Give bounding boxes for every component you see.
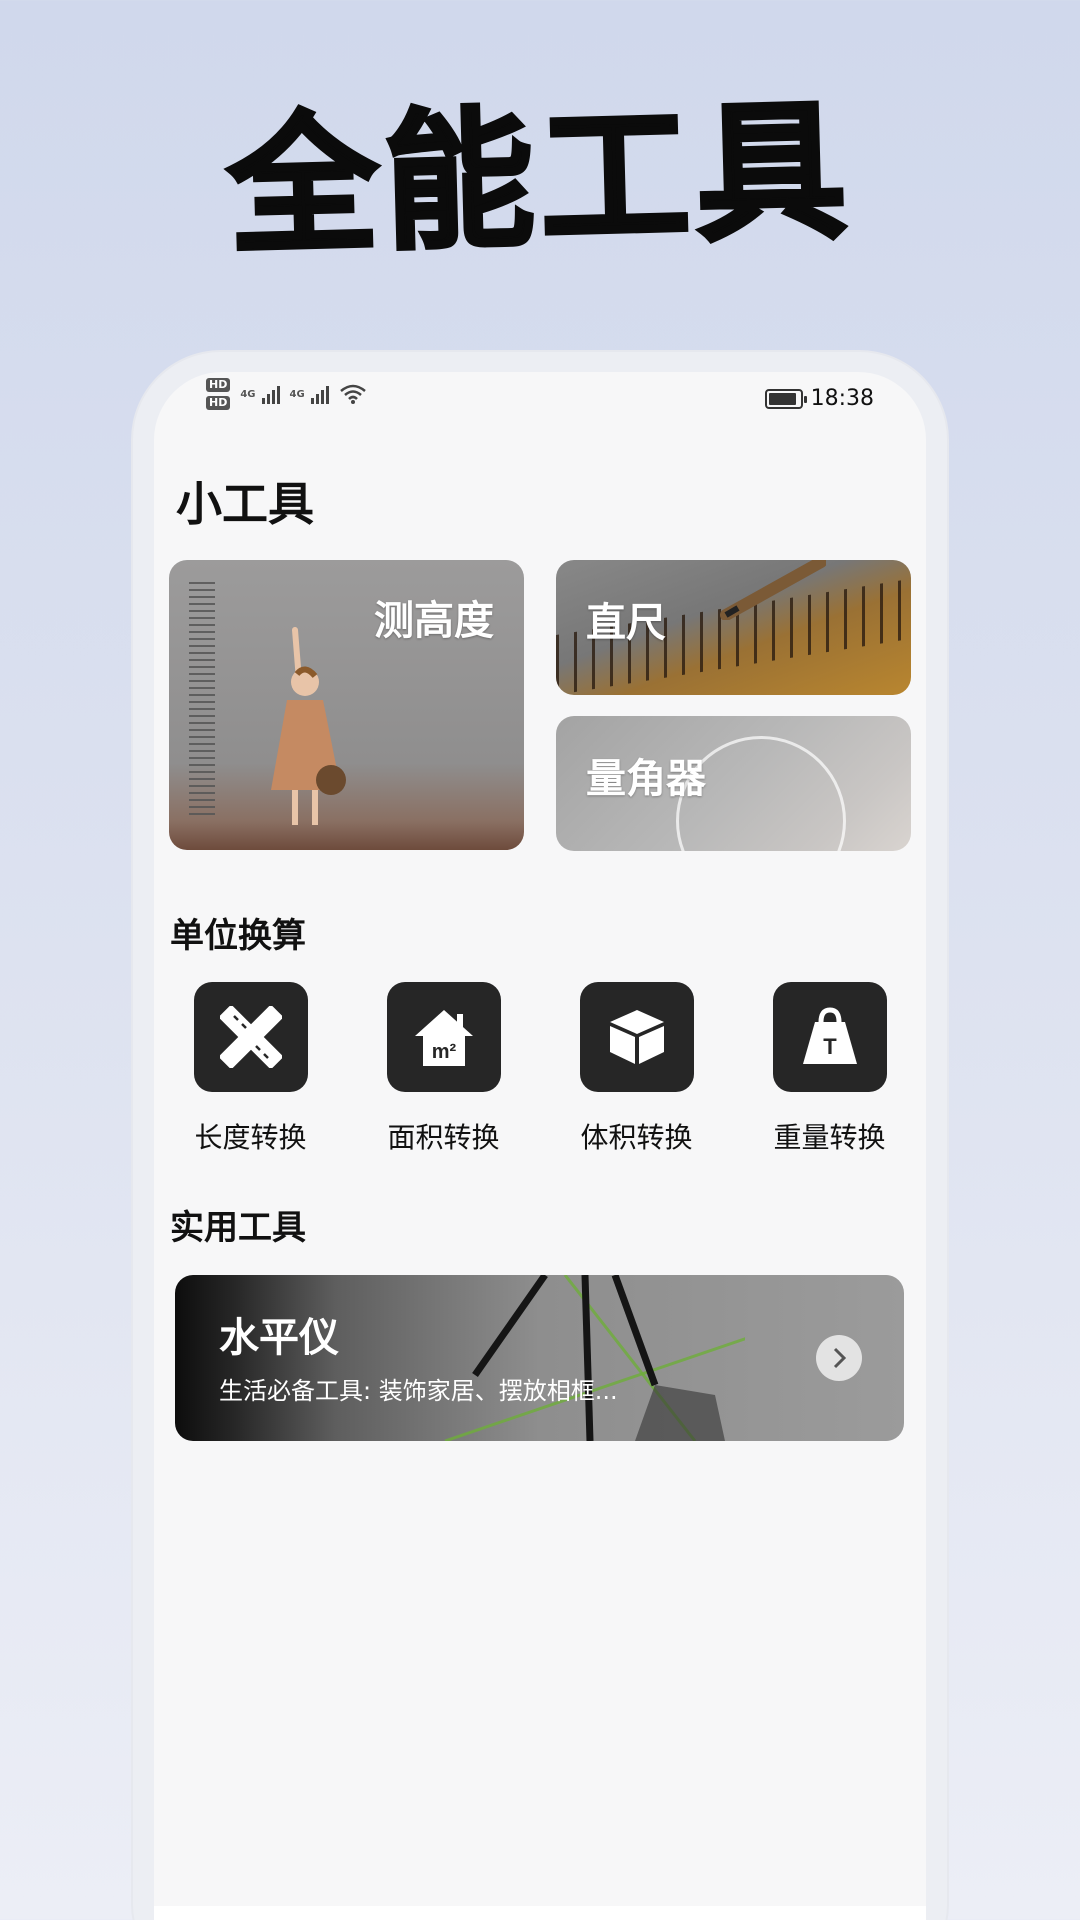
chevron-right-icon[interactable] (816, 1335, 862, 1381)
measure-height-card[interactable]: 测高度 (169, 560, 524, 850)
length-conversion-label: 长度转换 (194, 1121, 307, 1154)
practical-tools-title: 实用工具 (170, 1208, 306, 1248)
height-scale-decor (189, 582, 215, 817)
battery-level (768, 392, 796, 405)
volume-conversion-label: 体积转换 (580, 1121, 693, 1154)
volume-conversion-item[interactable]: 体积转换 (540, 982, 733, 1156)
unit-conversion-grid: 长度转换 m² 面积转换 体积转换 T 重量转换 (154, 982, 926, 1156)
hd-badge-1: HD (206, 378, 231, 392)
cube-icon (579, 982, 694, 1092)
pencil-illustration (720, 560, 826, 620)
promo-headline: 全能工具 (224, 83, 856, 277)
child-illustration (271, 627, 346, 825)
house-m2-icon: m² (386, 982, 501, 1092)
weight-icon: T (772, 982, 887, 1092)
network-type-1: 4G (240, 388, 256, 400)
unit-conversion-title: 单位换算 (170, 916, 306, 956)
ruler-card[interactable]: 直尺 (556, 560, 911, 695)
level-tool-title: 水平仪 (219, 1315, 339, 1361)
tripod-illustration (444, 1275, 745, 1441)
signal-icon (261, 384, 280, 404)
length-conversion-item[interactable]: 长度转换 (154, 982, 347, 1156)
area-unit-text: m² (431, 1041, 456, 1063)
protractor-card[interactable]: 量角器 (556, 716, 911, 851)
page-title: 小工具 (176, 477, 314, 531)
hd-badge-2: HD (206, 396, 231, 410)
bottom-bar (154, 1906, 926, 1920)
status-left: HD HD 4G 4G (206, 378, 367, 410)
status-bar: HD HD 4G 4G 18:38 (154, 372, 926, 424)
level-tool-description: 生活必备工具: 装饰家居、摆放相框... (219, 1377, 618, 1405)
status-right: 18:38 (764, 386, 874, 411)
area-conversion-label: 面积转换 (387, 1121, 500, 1154)
wifi-icon (339, 384, 366, 404)
protractor-label: 量角器 (586, 756, 706, 802)
network-type-2: 4G (289, 388, 305, 400)
signal-icon-2 (310, 384, 329, 404)
weight-conversion-label: 重量转换 (773, 1121, 886, 1154)
clock: 18:38 (810, 386, 874, 411)
area-conversion-item[interactable]: m² 面积转换 (347, 982, 540, 1156)
weight-unit-text: T (823, 1034, 837, 1059)
app-screen: HD HD 4G 4G 18:38 小工具 测高度 直尺 量角器 单位换算 长度… (154, 372, 926, 1920)
ruler-pencil-icon (193, 982, 308, 1092)
measure-height-label: 测高度 (374, 598, 494, 644)
battery-icon (764, 388, 807, 409)
ruler-label: 直尺 (586, 600, 666, 646)
weight-conversion-item[interactable]: T 重量转换 (733, 982, 926, 1156)
level-tool-card[interactable]: 水平仪 生活必备工具: 装饰家居、摆放相框... (175, 1275, 904, 1441)
